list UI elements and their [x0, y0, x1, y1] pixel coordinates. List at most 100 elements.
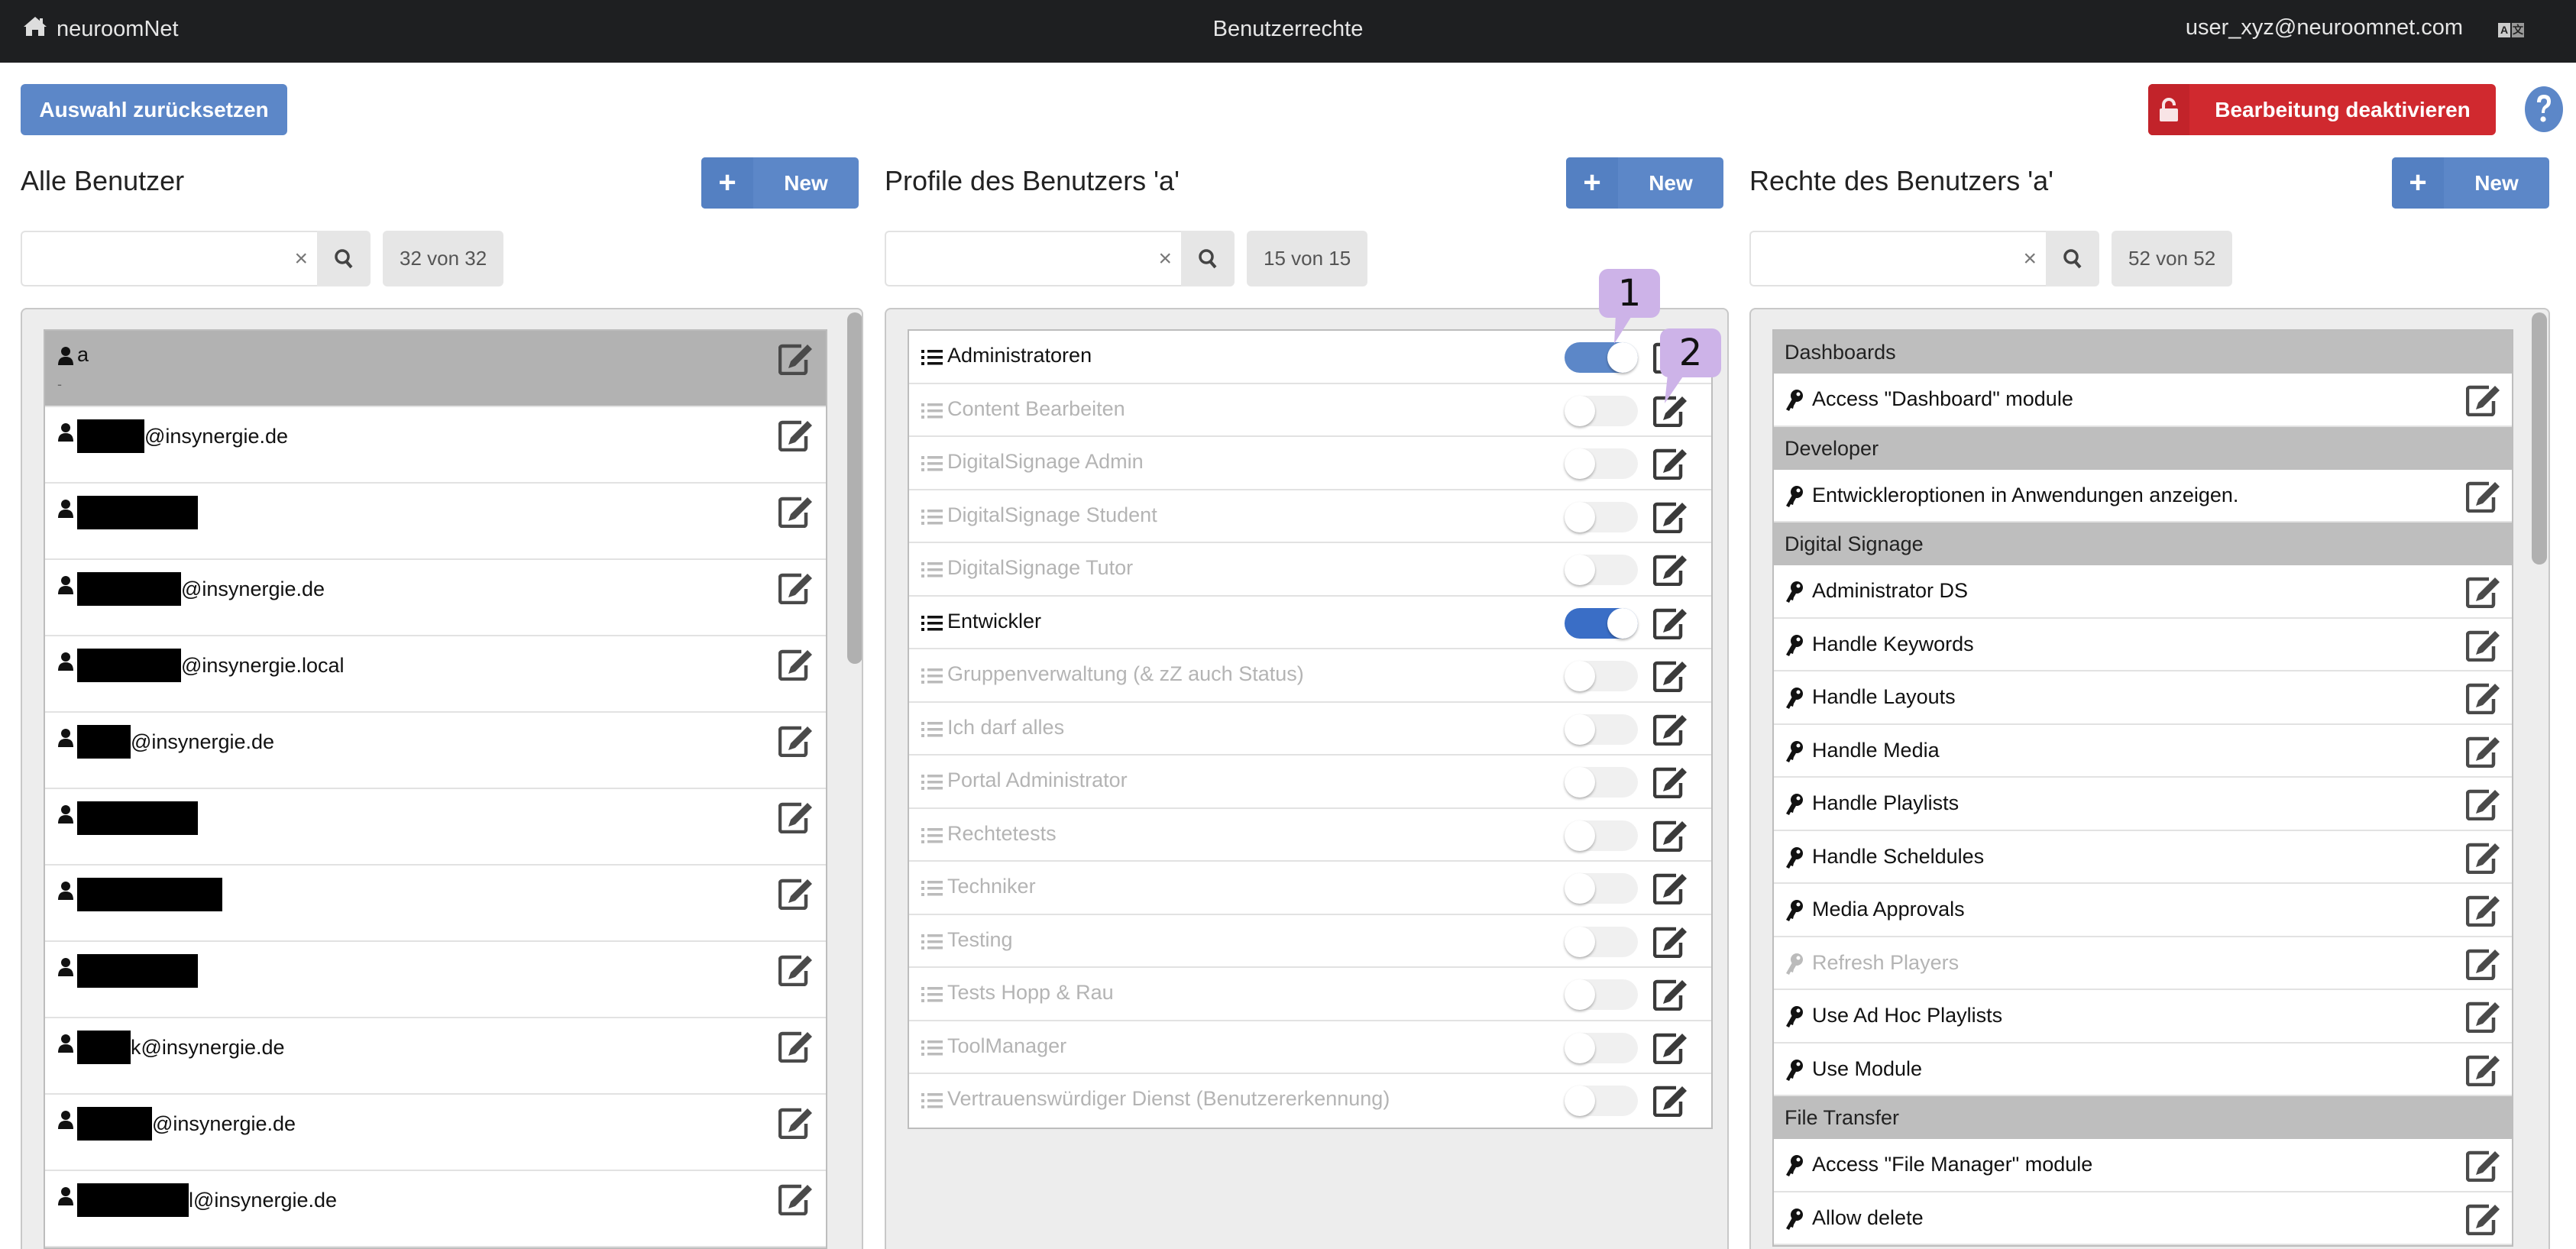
- edit-icon[interactable]: [1652, 766, 1688, 802]
- edit-icon[interactable]: [2465, 576, 2501, 612]
- user-list-item[interactable]: [45, 484, 826, 560]
- rights-scrollbar[interactable]: [2532, 312, 2547, 565]
- key-icon: [1785, 1154, 1804, 1181]
- users-scrollbar[interactable]: [847, 312, 862, 664]
- users-search: × 32 von 32: [21, 231, 504, 286]
- profile-toggle[interactable]: [1565, 395, 1638, 426]
- user-list-item[interactable]: k@insynergie.de: [45, 1018, 826, 1095]
- edit-icon[interactable]: [2465, 895, 2501, 930]
- edit-icon[interactable]: [778, 1107, 814, 1143]
- edit-icon[interactable]: [1652, 872, 1688, 908]
- clear-icon[interactable]: ×: [1158, 246, 1172, 272]
- right-name: Access "Dashboard" module: [1812, 387, 2073, 410]
- edit-icon[interactable]: [778, 1031, 814, 1066]
- profile-toggle[interactable]: [1565, 607, 1638, 639]
- users-panel: a - @insynergie.de @insynergie.de @insynergi…: [21, 308, 863, 1249]
- user-list-item[interactable]: @insynergie.de: [45, 713, 826, 789]
- edit-icon[interactable]: [778, 496, 814, 532]
- edit-icon[interactable]: [778, 419, 814, 455]
- edit-icon[interactable]: [2465, 948, 2501, 984]
- edit-icon[interactable]: [1652, 607, 1688, 643]
- edit-icon[interactable]: [778, 725, 814, 761]
- right-name: Handle Media: [1812, 738, 1940, 762]
- user-name: @insynergie.de: [77, 419, 288, 453]
- profile-list-item: ToolManager: [909, 1021, 1711, 1074]
- edit-icon[interactable]: [778, 649, 814, 684]
- profile-toggle[interactable]: [1565, 555, 1638, 585]
- edit-icon[interactable]: [1652, 554, 1688, 590]
- edit-icon[interactable]: [2465, 384, 2501, 420]
- profile-toggle[interactable]: [1565, 448, 1638, 479]
- profile-toggle[interactable]: [1565, 1032, 1638, 1063]
- edit-icon[interactable]: [1652, 713, 1688, 749]
- search-icon[interactable]: [1181, 231, 1235, 286]
- profile-toggle[interactable]: [1565, 713, 1638, 745]
- edit-icon[interactable]: [2465, 1203, 2501, 1239]
- user-list-item[interactable]: l@insynergie.de: [45, 1171, 826, 1247]
- edit-icon[interactable]: [778, 572, 814, 608]
- search-icon[interactable]: [2046, 231, 2099, 286]
- edit-icon[interactable]: [1652, 820, 1688, 856]
- user-list-item[interactable]: @insynergie.de: [45, 560, 826, 636]
- right-list-item: Handle Keywords: [1774, 618, 2512, 671]
- profile-toggle[interactable]: [1565, 873, 1638, 904]
- rights-group-header: Developer: [1774, 426, 2512, 470]
- profiles-search-input[interactable]: [886, 232, 1131, 284]
- help-icon[interactable]: [2524, 86, 2564, 133]
- current-user[interactable]: user_xyz@neuroomnet.com: [2186, 15, 2463, 40]
- profile-toggle[interactable]: [1565, 342, 1638, 373]
- profile-toggle[interactable]: [1565, 979, 1638, 1010]
- user-name: @insynergie.de: [77, 725, 274, 759]
- new-right-button[interactable]: + New: [2392, 157, 2549, 209]
- edit-icon[interactable]: [1652, 979, 1688, 1014]
- user-name: @insynergie.de: [77, 1107, 296, 1141]
- profile-toggle[interactable]: [1565, 820, 1638, 851]
- edit-icon[interactable]: [1652, 1032, 1688, 1068]
- user-list-item[interactable]: [45, 942, 826, 1018]
- edit-icon[interactable]: [2465, 1150, 2501, 1186]
- edit-icon[interactable]: [1652, 501, 1688, 537]
- reset-selection-button[interactable]: Auswahl zurücksetzen: [21, 84, 287, 135]
- key-icon: [1785, 687, 1804, 713]
- user-list-item[interactable]: @insynergie.de: [45, 407, 826, 484]
- list-icon: [921, 1092, 943, 1114]
- rights-search-input[interactable]: [1751, 232, 1995, 284]
- disable-editing-button[interactable]: Bearbeitung deaktivieren: [2148, 84, 2496, 135]
- edit-icon[interactable]: [2465, 736, 2501, 772]
- edit-icon[interactable]: [2465, 842, 2501, 878]
- user-list-item[interactable]: [45, 789, 826, 866]
- edit-icon[interactable]: [1652, 448, 1688, 484]
- edit-icon[interactable]: [778, 801, 814, 837]
- users-search-input[interactable]: [22, 232, 267, 284]
- edit-icon[interactable]: [1652, 1085, 1688, 1121]
- profile-toggle[interactable]: [1565, 661, 1638, 691]
- edit-icon[interactable]: [2465, 682, 2501, 718]
- edit-icon[interactable]: [1652, 660, 1688, 696]
- edit-icon[interactable]: [778, 878, 814, 914]
- edit-icon[interactable]: [2465, 481, 2501, 516]
- user-list-item[interactable]: [45, 866, 826, 942]
- user-list-item[interactable]: @insynergie.local: [45, 636, 826, 713]
- new-user-button[interactable]: + New: [701, 157, 859, 209]
- profile-list-item: Content Bearbeiten: [909, 384, 1711, 437]
- edit-icon[interactable]: [1652, 926, 1688, 962]
- edit-icon[interactable]: [2465, 1001, 2501, 1037]
- clear-icon[interactable]: ×: [2023, 246, 2037, 272]
- translate-icon[interactable]: A文: [2498, 23, 2524, 37]
- edit-icon[interactable]: [2465, 788, 2501, 824]
- new-profile-button[interactable]: + New: [1566, 157, 1723, 209]
- clear-icon[interactable]: ×: [294, 246, 308, 272]
- edit-icon[interactable]: [2465, 1054, 2501, 1090]
- edit-icon[interactable]: [778, 343, 814, 379]
- edit-icon[interactable]: [778, 954, 814, 990]
- profile-toggle[interactable]: [1565, 926, 1638, 957]
- profile-toggle[interactable]: [1565, 1086, 1638, 1116]
- profile-toggle[interactable]: [1565, 767, 1638, 798]
- edit-icon[interactable]: [778, 1183, 814, 1219]
- user-list-item[interactable]: @insynergie.de: [45, 1095, 826, 1171]
- edit-icon[interactable]: [2465, 629, 2501, 665]
- search-icon[interactable]: [317, 231, 371, 286]
- user-subtitle: -: [57, 377, 62, 392]
- profile-toggle[interactable]: [1565, 501, 1638, 532]
- user-list-item[interactable]: a-: [45, 331, 826, 407]
